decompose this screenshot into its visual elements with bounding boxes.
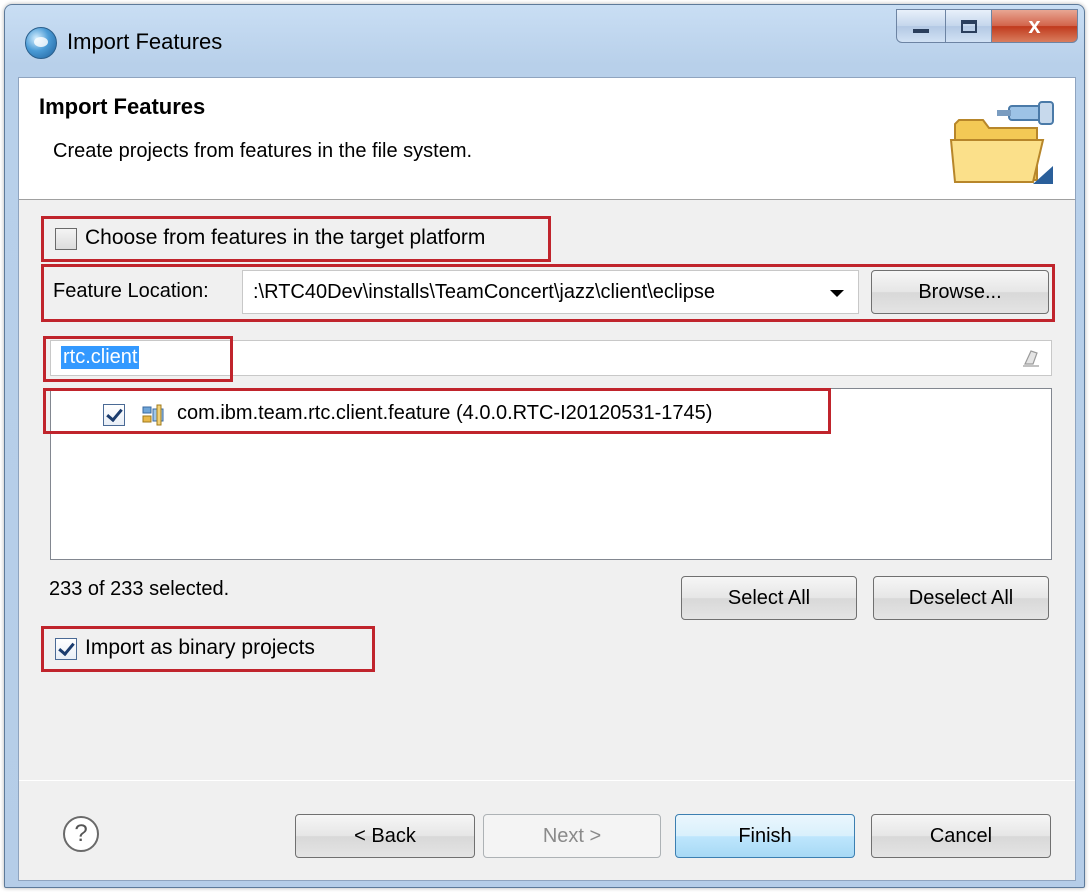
feature-location-label: Feature Location: xyxy=(53,280,209,302)
title-bar[interactable]: Import Features x xyxy=(5,5,1084,77)
select-all-button[interactable]: Select All xyxy=(681,576,857,620)
eclipse-app-icon xyxy=(25,27,57,59)
highlight-feature-item xyxy=(43,388,831,434)
help-glyph: ? xyxy=(74,820,88,847)
dialog-content: Import Features Create projects from fea… xyxy=(18,77,1076,881)
close-button[interactable]: x xyxy=(992,9,1078,43)
chevron-down-icon[interactable] xyxy=(830,290,844,297)
page-title: Import Features xyxy=(39,94,206,119)
finish-button[interactable]: Finish xyxy=(675,814,855,858)
close-icon: x xyxy=(1028,13,1041,38)
footer-divider xyxy=(19,780,1075,781)
maximize-button[interactable] xyxy=(946,9,992,43)
feature-location-value: :\RTC40Dev\installs\TeamConcert\jazz\cli… xyxy=(253,281,716,303)
help-icon[interactable]: ? xyxy=(63,816,99,852)
clear-filter-icon[interactable] xyxy=(1021,348,1041,368)
minimize-icon xyxy=(913,29,929,33)
binary-projects-checkbox[interactable] xyxy=(55,638,77,660)
next-button: Next > xyxy=(483,814,661,858)
binary-projects-label[interactable]: Import as binary projects xyxy=(85,636,315,660)
minimize-button[interactable] xyxy=(896,9,946,43)
window-controls: x xyxy=(896,9,1078,43)
browse-button[interactable]: Browse... xyxy=(871,270,1049,314)
target-platform-label[interactable]: Choose from features in the target platf… xyxy=(85,226,485,250)
maximize-icon xyxy=(960,19,977,33)
page-description: Create projects from features in the fil… xyxy=(53,140,473,162)
target-platform-checkbox[interactable] xyxy=(55,228,77,250)
wizard-banner: Import Features Create projects from fea… xyxy=(19,78,1075,200)
deselect-all-button[interactable]: Deselect All xyxy=(873,576,1049,620)
import-features-dialog: Import Features x Import Features Create… xyxy=(4,4,1085,888)
window-title: Import Features xyxy=(67,29,223,54)
back-button[interactable]: < Back xyxy=(295,814,475,858)
highlight-filter xyxy=(43,336,233,382)
folder-plug-icon xyxy=(949,101,1054,184)
feature-location-combo[interactable]: :\RTC40Dev\installs\TeamConcert\jazz\cli… xyxy=(242,270,859,314)
cancel-button[interactable]: Cancel xyxy=(871,814,1051,858)
selection-status: 233 of 233 selected. xyxy=(49,578,230,600)
